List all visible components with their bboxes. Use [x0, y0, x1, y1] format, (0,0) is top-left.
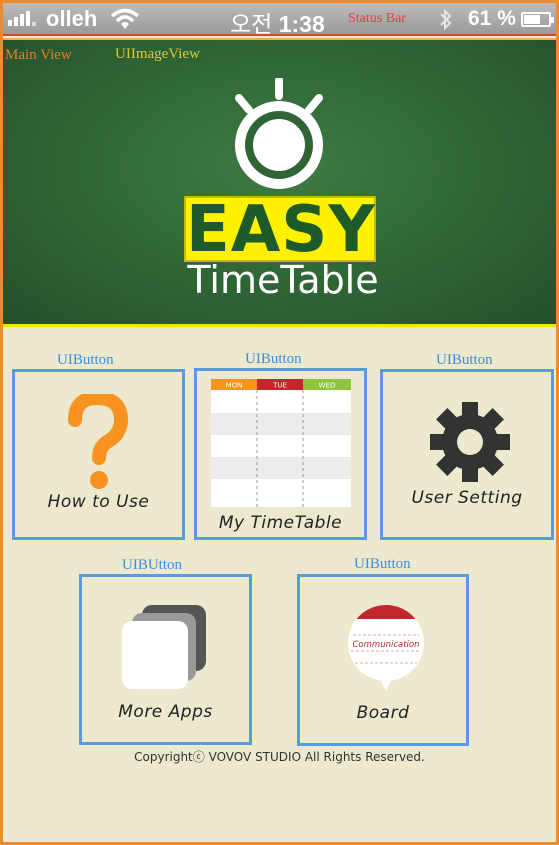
battery-percent: 61 %: [468, 7, 516, 30]
more-apps-label: More Apps: [118, 702, 213, 722]
board-label: Board: [356, 703, 410, 723]
clock-time: 오전 1:38: [230, 11, 325, 37]
day-label-mon: MON: [226, 382, 243, 390]
stacked-apps-icon: [120, 601, 210, 698]
gear-icon: [428, 400, 512, 489]
button-annotation: UIButton: [245, 351, 302, 367]
button-annotation: UIBUtton: [122, 557, 182, 573]
button-annotation: UIButton: [436, 352, 493, 368]
timetable-icon: MON TUE WED: [211, 379, 351, 512]
question-mark-icon: [65, 390, 129, 497]
button-annotation: UIButton: [354, 556, 411, 572]
speech-bubble-icon: Communication: [345, 605, 427, 700]
battery-icon: [521, 12, 554, 27]
main-view-annotation: Main View: [5, 47, 72, 63]
bluetooth-icon: [438, 8, 454, 37]
my-timetable-label: My TimeTable: [218, 513, 343, 533]
user-setting-button[interactable]: User Setting: [380, 369, 554, 540]
signal-strength-icon: [8, 11, 36, 26]
hero-image-view: Main View UIImageView EASY TimeTable: [3, 38, 556, 327]
logo-timetable: TimeTable: [187, 258, 379, 302]
logo-easy: EASY: [184, 193, 376, 267]
board-button[interactable]: Communication Board: [297, 574, 469, 746]
carrier-name: olleh: [46, 6, 98, 31]
status-bar-annotation: Status Bar: [348, 11, 406, 26]
how-to-use-label: How to Use: [47, 492, 150, 512]
stopwatch-icon: [223, 76, 335, 198]
button-annotation: UIButton: [57, 352, 114, 368]
wifi-icon: [110, 8, 140, 35]
day-label-wed: WED: [319, 382, 336, 390]
status-bar: olleh 오전 1:38 Status Bar 61 %: [0, 0, 559, 37]
my-timetable-button[interactable]: MON TUE WED My TimeTable: [194, 368, 367, 540]
imageview-annotation: UIImageView: [115, 46, 200, 62]
user-setting-label: User Setting: [411, 488, 523, 508]
copyright-text: Copyrightⓒ VOVOV STUDIO All Rights Reser…: [134, 750, 425, 764]
more-apps-button[interactable]: More Apps: [79, 574, 252, 745]
day-label-tue: TUE: [272, 382, 287, 390]
bubble-text: Communication: [353, 640, 420, 650]
how-to-use-button[interactable]: How to Use: [12, 369, 185, 540]
